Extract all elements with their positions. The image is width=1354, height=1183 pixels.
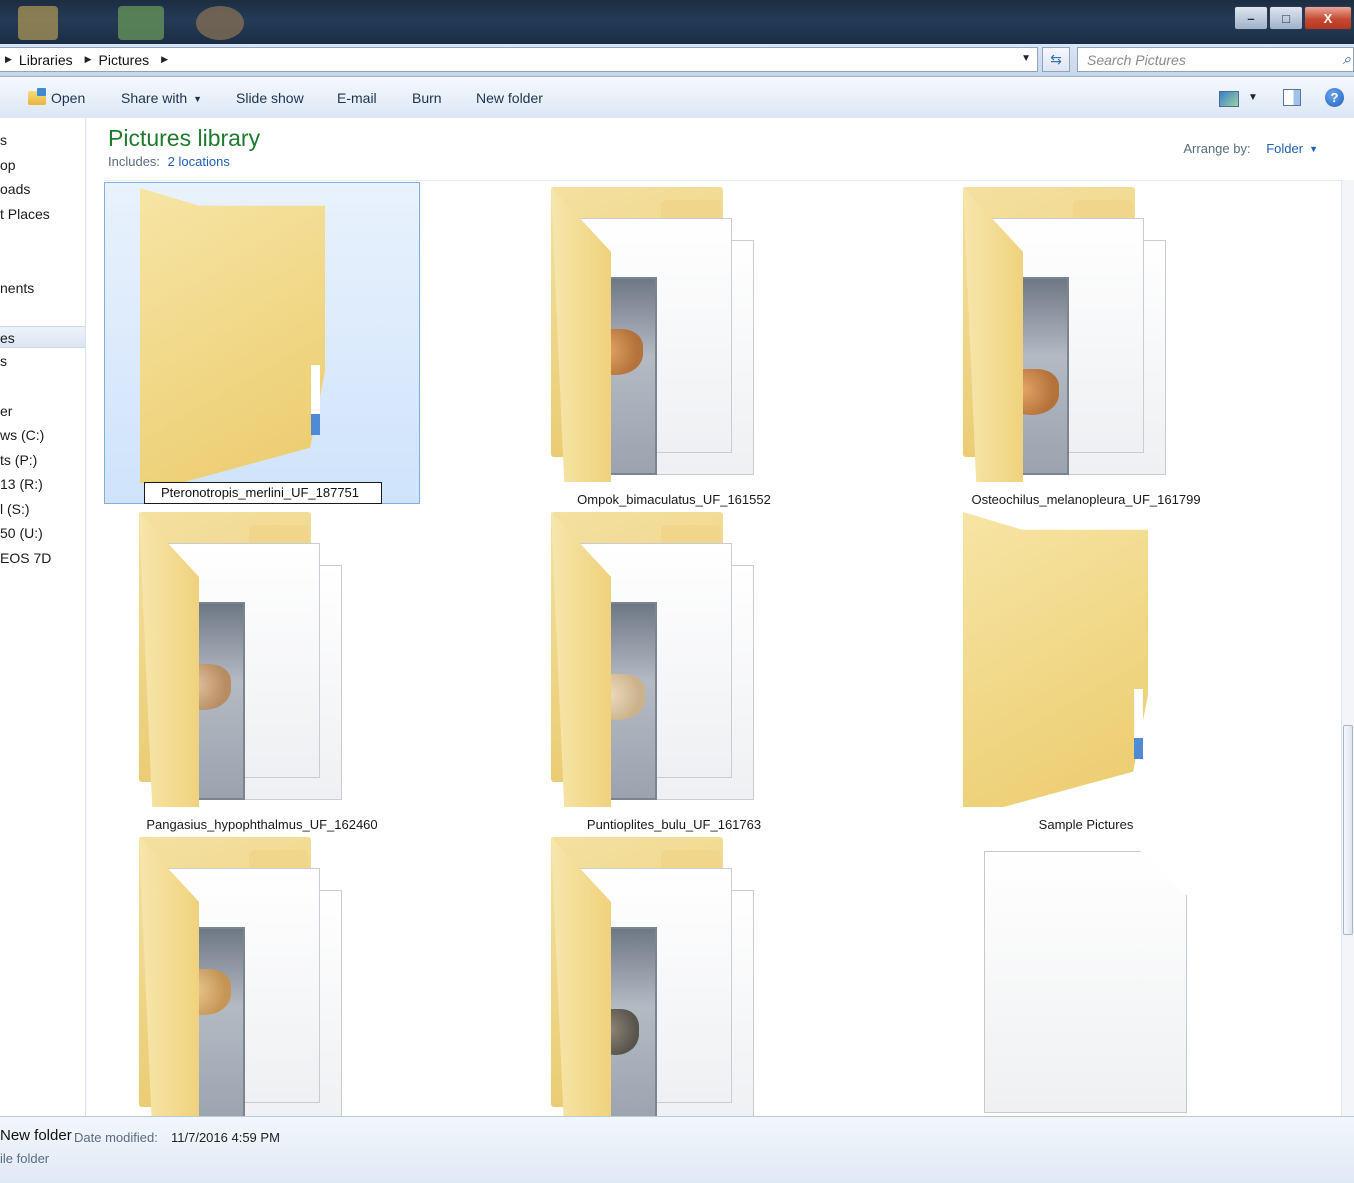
locations-link[interactable]: 2 locations xyxy=(168,154,230,169)
nav-item[interactable]: oads xyxy=(0,178,85,200)
nav-item[interactable]: nents xyxy=(0,277,85,299)
nav-item-camera[interactable]: EOS 7D xyxy=(0,547,85,569)
library-includes: Includes: 2 locations xyxy=(108,154,230,169)
arrange-by-dropdown[interactable]: Folder xyxy=(1266,141,1303,156)
blank-file-icon[interactable] xyxy=(984,851,1187,1113)
nav-item-pictures[interactable]: es xyxy=(0,326,85,348)
help-icon[interactable]: ? xyxy=(1325,88,1344,107)
command-bar: Open Share with ▼ Slide show E-mail Burn … xyxy=(0,77,1354,119)
folder-item[interactable]: Pangasius_hypophthalmus_UF_162460 xyxy=(104,507,420,832)
arrange-by: Arrange by: Folder ▼ xyxy=(1183,141,1318,156)
minimize-button[interactable]: – xyxy=(1234,6,1268,30)
chevron-right-icon[interactable]: ▶ xyxy=(79,54,95,65)
address-bar: ▶ Libraries ▶ Pictures ▶ ▼ ⇆ Search Pict… xyxy=(0,44,1354,77)
taskbar-thumbnail-icon xyxy=(196,6,244,40)
folder-icon xyxy=(140,188,325,483)
vertical-scrollbar[interactable] xyxy=(1341,180,1354,1116)
navigation-pane: s op oads t Places nents es s er ws (C:)… xyxy=(0,118,86,1116)
close-button[interactable]: X xyxy=(1304,6,1352,30)
chevron-right-icon[interactable]: ▶ xyxy=(0,54,15,65)
open-button[interactable]: Open xyxy=(28,88,86,106)
rename-input[interactable]: Pteronotropis_merlini_UF_187751 xyxy=(144,482,382,504)
folder-name: Puntioplites_bulu_UF_161763 xyxy=(586,817,762,832)
open-label: Open xyxy=(51,90,86,106)
refresh-icon: ⇆ xyxy=(1050,51,1062,67)
folder-item[interactable]: Sample Pictures xyxy=(928,507,1244,832)
maximize-button[interactable]: □ xyxy=(1269,6,1303,30)
details-pane: New folder Date modified: 11/7/2016 4:59… xyxy=(0,1116,1354,1183)
library-title: Pictures library xyxy=(108,125,261,151)
folder-name: Ompok_bimaculatus_UF_161552 xyxy=(577,492,771,507)
preview-pane-icon[interactable] xyxy=(1283,89,1301,106)
folder-item[interactable]: Ompok_bimaculatus_UF_161552 xyxy=(516,182,832,507)
folder-icon xyxy=(963,512,1148,807)
open-folder-icon xyxy=(28,88,46,105)
folder-name: Pangasius_hypophthalmus_UF_162460 xyxy=(146,817,378,832)
folder-decor xyxy=(311,365,320,435)
chevron-down-icon[interactable]: ▼ xyxy=(1021,53,1031,64)
folder-item[interactable]: Pteronotropis_merlini_UF_187751 xyxy=(104,182,420,504)
search-input[interactable]: Search Pictures ⌕ xyxy=(1077,47,1354,72)
includes-label: Includes: xyxy=(108,154,161,169)
taskbar-thumbnail-icon xyxy=(118,6,164,40)
change-view-icon[interactable] xyxy=(1219,91,1239,107)
folder-decor xyxy=(1134,689,1143,759)
share-with-label: Share with xyxy=(121,90,188,106)
folder-item[interactable]: Osteochilus_melanopleura_UF_161799 xyxy=(928,182,1244,507)
chevron-right-icon[interactable]: ▶ xyxy=(155,54,171,65)
nav-item[interactable]: s xyxy=(0,350,85,372)
search-placeholder: Search Pictures xyxy=(1087,52,1186,68)
window-titlebar: – □ X xyxy=(0,0,1354,44)
breadcrumb-pictures[interactable]: Pictures xyxy=(95,52,156,68)
nav-item[interactable]: er xyxy=(0,400,85,422)
nav-item-drive-u[interactable]: 50 (U:) xyxy=(0,522,85,544)
nav-item[interactable]: op xyxy=(0,154,85,176)
email-button[interactable]: E-mail xyxy=(337,90,377,106)
new-folder-button[interactable]: New folder xyxy=(476,90,543,106)
divider xyxy=(104,180,1342,181)
date-modified-value: 11/7/2016 4:59 PM xyxy=(171,1130,280,1145)
refresh-button[interactable]: ⇆ xyxy=(1042,47,1070,72)
chevron-down-icon[interactable]: ▼ xyxy=(1248,92,1258,103)
nav-item-drive-c[interactable]: ws (C:) xyxy=(0,424,85,446)
selected-item-name: New folder xyxy=(0,1127,72,1144)
folder-item[interactable]: Puntioplites_bulu_UF_161763 xyxy=(516,507,832,832)
folder-item[interactable] xyxy=(104,832,420,1116)
folder-name: Sample Pictures xyxy=(1038,817,1134,832)
search-icon[interactable]: ⌕ xyxy=(1343,51,1351,68)
nav-item-drive-r[interactable]: 13 (R:) xyxy=(0,473,85,495)
nav-item[interactable]: s xyxy=(0,129,85,151)
nav-item-drive-p[interactable]: ts (P:) xyxy=(0,449,85,471)
scrollbar-thumb[interactable] xyxy=(1343,725,1353,935)
chevron-down-icon: ▼ xyxy=(193,94,203,104)
burn-button[interactable]: Burn xyxy=(412,90,442,106)
slide-show-button[interactable]: Slide show xyxy=(236,90,304,106)
file-list: Pictures library Includes: 2 locations A… xyxy=(86,118,1354,1116)
breadcrumb-libraries[interactable]: Libraries xyxy=(15,52,79,68)
chevron-down-icon[interactable]: ▼ xyxy=(1309,144,1318,154)
selected-item-type: ile folder xyxy=(0,1151,50,1166)
taskbar-thumbnail-icon xyxy=(18,6,58,40)
breadcrumb[interactable]: ▶ Libraries ▶ Pictures ▶ ▼ xyxy=(0,47,1038,72)
arrange-label: Arrange by: xyxy=(1183,141,1251,156)
folder-name: Osteochilus_melanopleura_UF_161799 xyxy=(971,492,1201,507)
folder-item[interactable] xyxy=(516,832,832,1116)
date-modified-label: Date modified: xyxy=(74,1130,158,1145)
window-controls: – □ X xyxy=(1234,6,1352,30)
nav-item-drive-s[interactable]: l (S:) xyxy=(0,498,85,520)
nav-item[interactable]: t Places xyxy=(0,203,85,225)
share-with-button[interactable]: Share with ▼ xyxy=(121,90,202,106)
